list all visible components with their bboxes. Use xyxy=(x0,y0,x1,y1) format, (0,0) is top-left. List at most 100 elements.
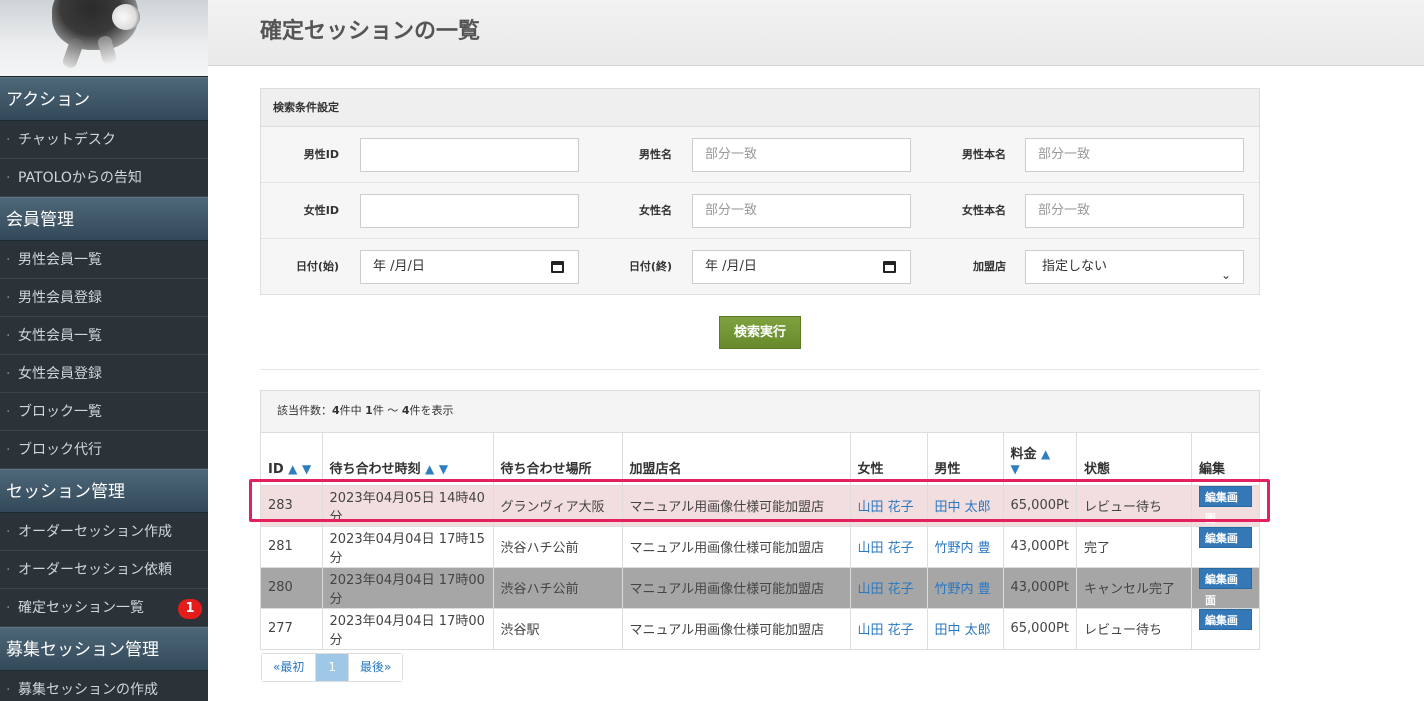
sidebar: アクション チャットデスク PATOLOからの告知 会員管理 男性会員一覧 男性… xyxy=(0,0,208,701)
sidebar-item-block-proxy[interactable]: ブロック代行 xyxy=(0,431,208,469)
sidebar-item-female-register[interactable]: 女性会員登録 xyxy=(0,355,208,393)
search-panel-heading: 検索条件設定 xyxy=(261,89,1259,127)
calendar-icon[interactable] xyxy=(551,261,564,273)
female-id-input[interactable] xyxy=(360,194,579,228)
cell-male: 田中 太郎 xyxy=(927,484,1004,526)
male-real-name-label: 男性本名 xyxy=(962,148,1006,161)
sort-desc-icon[interactable]: ▼ xyxy=(439,462,448,476)
cell-time: 2023年04月04日 17時00分 xyxy=(322,566,494,608)
cell-female: 山田 花子 xyxy=(850,607,928,649)
female-link[interactable]: 山田 花子 xyxy=(858,500,914,515)
male-link[interactable]: 田中 太郎 xyxy=(935,623,991,638)
search-button[interactable]: 検索実行 xyxy=(719,316,801,349)
divider xyxy=(260,369,1260,370)
cell-edit: 編集画面 xyxy=(1191,525,1259,567)
pagination-first[interactable]: «最初 xyxy=(262,654,316,681)
sort-desc-icon[interactable]: ▼ xyxy=(302,462,311,476)
female-real-name-label: 女性本名 xyxy=(962,204,1006,217)
sort-asc-icon[interactable]: ▲ xyxy=(425,462,434,476)
logo-image xyxy=(0,0,208,77)
male-link[interactable]: 竹野内 豊 xyxy=(935,582,991,597)
calendar-icon[interactable] xyxy=(883,261,896,273)
cell-price: 43,000Pt xyxy=(1003,566,1077,608)
date-start-value: 年 /月/日 xyxy=(373,259,425,274)
summary-from: 1 xyxy=(365,404,373,417)
edit-button[interactable]: 編集画面 xyxy=(1198,567,1252,607)
sort-asc-icon[interactable]: ▲ xyxy=(288,462,297,476)
column-status: 状態 xyxy=(1076,433,1192,485)
pagination: «最初 1 最後» xyxy=(261,653,404,682)
results-summary: 該当件数：4件中 1件 ～ 4件を表示 xyxy=(261,391,1259,433)
sidebar-item-male-list[interactable]: 男性会員一覧 xyxy=(0,241,208,279)
table-row: 280 2023年04月04日 17時00分 渋谷ハチ公前 マニュアル用画像仕様… xyxy=(261,566,1259,608)
cell-price: 65,000Pt xyxy=(1003,484,1077,526)
female-name-input[interactable]: 部分一致 xyxy=(692,194,911,228)
column-time-label: 待ち合わせ時刻 xyxy=(329,461,421,477)
cell-id: 281 xyxy=(261,525,323,567)
column-price[interactable]: 料金 ▲ ▼ xyxy=(1003,433,1077,485)
column-edit: 編集 xyxy=(1198,461,1225,477)
search-row-male: 男性ID 男性名 部分一致 男性本名 部分一致 xyxy=(261,127,1259,183)
date-start-input[interactable]: 年 /月/日 xyxy=(360,250,579,284)
cell-price: 65,000Pt xyxy=(1003,607,1077,649)
summary-suffix: 件を表示 xyxy=(409,404,454,417)
edit-button[interactable]: 編集画面 xyxy=(1198,526,1252,566)
male-real-name-input[interactable]: 部分一致 xyxy=(1025,138,1244,172)
store-select-value: 指定しない xyxy=(1042,259,1108,274)
sidebar-item-label: 確定セッション一覧 xyxy=(18,600,144,616)
cell-price: 43,000Pt xyxy=(1003,525,1077,567)
sidebar-item-male-register[interactable]: 男性会員登録 xyxy=(0,279,208,317)
male-name-input[interactable]: 部分一致 xyxy=(692,138,911,172)
male-link[interactable]: 竹野内 豊 xyxy=(935,541,991,556)
pagination-page-current[interactable]: 1 xyxy=(315,654,348,681)
sidebar-header-members: 会員管理 xyxy=(0,197,208,241)
edit-button[interactable]: 編集画面 xyxy=(1198,485,1252,525)
column-id[interactable]: ID ▲ ▼ xyxy=(261,433,323,485)
sidebar-item-order-request[interactable]: オーダーセッション依頼 xyxy=(0,551,208,589)
cell-store: マニュアル用画像仕様可能加盟店 xyxy=(622,484,851,526)
column-male: 男性 xyxy=(927,433,1004,485)
pagination-last[interactable]: 最後» xyxy=(347,654,403,681)
table-row: 283 2023年04月05日 14時40分 グランヴィア大阪 マニュアル用画像… xyxy=(261,484,1259,526)
cell-female: 山田 花子 xyxy=(850,484,928,526)
column-id-label: ID xyxy=(268,461,284,477)
cell-male: 竹野内 豊 xyxy=(927,525,1004,567)
page-title: 確定セッションの一覧 xyxy=(260,19,481,44)
summary-total: 4 xyxy=(332,404,340,417)
sidebar-item-chat-desk[interactable]: チャットデスク xyxy=(0,121,208,159)
column-female: 女性 xyxy=(850,433,928,485)
sidebar-item-block-list[interactable]: ブロック一覧 xyxy=(0,393,208,431)
cell-female: 山田 花子 xyxy=(850,525,928,567)
cell-store: マニュアル用画像仕様可能加盟店 xyxy=(622,566,851,608)
results-panel: 該当件数：4件中 1件 ～ 4件を表示 ID ▲ ▼ 待ち合わせ時刻 ▲ ▼ 待… xyxy=(260,390,1260,650)
edit-button[interactable]: 編集画面 xyxy=(1198,608,1252,648)
sidebar-item-order-create[interactable]: オーダーセッション作成 xyxy=(0,513,208,551)
female-link[interactable]: 山田 花子 xyxy=(858,623,914,638)
column-time[interactable]: 待ち合わせ時刻 ▲ ▼ xyxy=(322,433,494,485)
sessions-table: ID ▲ ▼ 待ち合わせ時刻 ▲ ▼ 待ち合わせ場所 加盟店名 女性 男性 料金… xyxy=(261,433,1259,649)
cell-place: 渋谷駅 xyxy=(493,607,623,649)
column-place: 待ち合わせ場所 xyxy=(493,433,623,485)
cell-place: グランヴィア大阪 xyxy=(493,484,623,526)
date-end-input[interactable]: 年 /月/日 xyxy=(692,250,911,284)
store-label: 加盟店 xyxy=(973,260,1006,273)
sort-desc-icon[interactable]: ▼ xyxy=(1011,462,1020,476)
female-link[interactable]: 山田 花子 xyxy=(858,541,914,556)
store-select[interactable]: 指定しない ⌄ xyxy=(1025,250,1244,284)
cell-edit: 編集画面 xyxy=(1191,484,1259,526)
sidebar-item-announcements[interactable]: PATOLOからの告知 xyxy=(0,159,208,197)
sort-asc-icon[interactable]: ▲ xyxy=(1041,447,1050,461)
chevron-down-icon: ⌄ xyxy=(1220,268,1231,282)
sidebar-item-recruit-create[interactable]: 募集セッションの作成 xyxy=(0,671,208,701)
female-real-name-input[interactable]: 部分一致 xyxy=(1025,194,1244,228)
sidebar-item-female-list[interactable]: 女性会員一覧 xyxy=(0,317,208,355)
male-id-input[interactable] xyxy=(360,138,579,172)
male-link[interactable]: 田中 太郎 xyxy=(935,500,991,515)
sidebar-item-confirmed-list[interactable]: 確定セッション一覧 1 xyxy=(0,589,208,627)
main-content: 確定セッションの一覧 検索条件設定 男性ID 男性名 部分一致 男性本名 部分一… xyxy=(208,0,1424,701)
cell-place: 渋谷ハチ公前 xyxy=(493,566,623,608)
cell-store: マニュアル用画像仕様可能加盟店 xyxy=(622,607,851,649)
title-bar: 確定セッションの一覧 xyxy=(208,0,1424,66)
female-link[interactable]: 山田 花子 xyxy=(858,582,914,597)
female-id-label: 女性ID xyxy=(303,204,339,217)
